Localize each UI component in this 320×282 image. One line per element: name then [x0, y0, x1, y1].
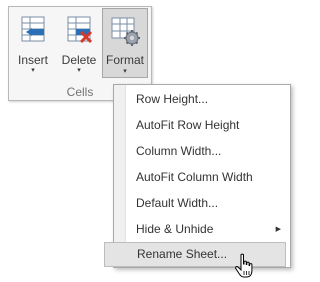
insert-cells-icon [21, 16, 45, 42]
format-button[interactable]: Format ▾ [102, 8, 148, 78]
menu-item-column-width[interactable]: Column Width... [125, 140, 286, 163]
menu-item-label: Default Width... [136, 196, 219, 210]
menu-item-label: Row Height... [136, 92, 209, 106]
menu-item-label: AutoFit Column Width [136, 170, 253, 184]
delete-button-label: Delete [61, 53, 97, 67]
menu-item-autofit-row-height[interactable]: AutoFit Row Height [125, 114, 286, 137]
insert-button[interactable]: Insert ▾ [13, 11, 53, 77]
format-button-label: Format [105, 53, 144, 67]
delete-cells-icon [67, 16, 93, 44]
delete-button[interactable]: Delete ▾ [59, 11, 99, 77]
hand-pointer-cursor-icon [235, 253, 253, 278]
format-dropdown-menu: Row Height... AutoFit Row Height Column … [104, 84, 291, 268]
menu-item-row-height[interactable]: Row Height... [125, 88, 286, 111]
insert-dropdown-arrow-icon: ▾ [31, 67, 35, 74]
insert-button-label: Insert [17, 53, 48, 67]
menu-item-label: Column Width... [136, 144, 222, 158]
menu-item-label: Rename Sheet... [137, 247, 228, 261]
format-cells-icon [111, 17, 140, 46]
menu-item-rename-sheet[interactable]: Rename Sheet... [104, 242, 286, 267]
menu-item-autofit-column-width[interactable]: AutoFit Column Width [125, 166, 286, 189]
menu-item-hide-unhide[interactable]: Hide & Unhide ▶ [125, 218, 286, 241]
format-dropdown-arrow-icon: ▾ [123, 68, 127, 75]
menu-item-default-width[interactable]: Default Width... [125, 192, 286, 215]
delete-dropdown-arrow-icon: ▾ [77, 67, 81, 74]
menu-item-label: AutoFit Row Height [136, 118, 240, 132]
menu-item-label: Hide & Unhide [136, 222, 214, 236]
submenu-arrow-icon: ▶ [275, 226, 281, 233]
